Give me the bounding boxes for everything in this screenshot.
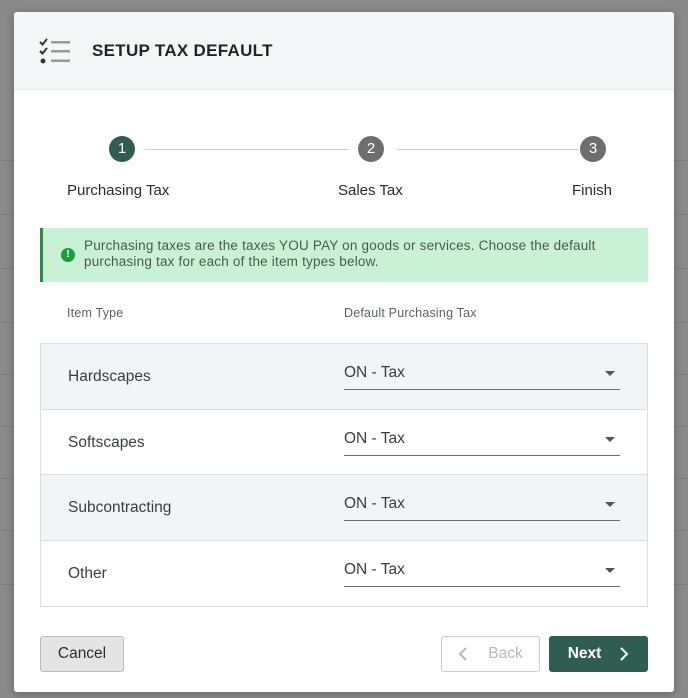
table-row: Hardscapes ON - Tax <box>41 344 647 410</box>
back-button-label: Back <box>488 645 523 662</box>
select-value: ON - Tax <box>344 429 405 447</box>
step-connector <box>145 149 349 150</box>
select-value: ON - Tax <box>344 495 405 512</box>
chevron-left-icon <box>458 647 467 661</box>
info-icon: ! <box>61 248 75 262</box>
column-header-default-tax: Default Purchasing Tax <box>344 306 477 320</box>
dialog-header: SETUP TAX DEFAULT <box>14 12 674 90</box>
item-type-label: Hardscapes <box>68 368 151 385</box>
tax-select-hardscapes[interactable]: ON - Tax <box>344 364 620 390</box>
checklist-icon <box>39 37 70 63</box>
caret-down-icon <box>605 371 615 376</box>
stepper: 1 2 3 Purchasing Tax Sales Tax Finish <box>14 136 674 216</box>
step-3-label: Finish <box>572 182 613 199</box>
step-3-indicator: 3 <box>580 136 606 162</box>
next-button-label: Next <box>567 645 602 662</box>
item-type-label: Subcontracting <box>68 499 172 516</box>
select-value: ON - Tax <box>344 364 405 381</box>
tax-select-softscapes[interactable]: ON - Tax <box>344 430 620 456</box>
chevron-right-icon <box>620 647 629 661</box>
alert-message: Purchasing taxes are the taxes YOU PAY o… <box>84 238 596 269</box>
next-button[interactable]: Next <box>549 636 648 672</box>
table-row: Other ON - Tax <box>41 541 647 607</box>
tax-select-other[interactable]: ON - Tax <box>344 561 620 587</box>
tax-select-subcontracting[interactable]: ON - Tax <box>344 495 620 521</box>
caret-down-icon <box>605 567 615 573</box>
back-button[interactable]: Back <box>441 636 540 672</box>
setup-tax-default-dialog: SETUP TAX DEFAULT 1 2 3 Purchasing Tax S… <box>14 12 674 692</box>
tax-default-table: Hardscapes ON - Tax Softscapes ON - Tax … <box>40 343 648 607</box>
cancel-button[interactable]: Cancel <box>40 636 124 672</box>
table-row: Softscapes ON - Tax <box>41 410 647 475</box>
caret-down-icon <box>605 502 615 507</box>
step-2-indicator: 2 <box>358 136 384 162</box>
cancel-button-label: Cancel <box>57 645 107 662</box>
select-value: ON - Tax <box>344 560 405 578</box>
column-header-item-type: Item Type <box>67 306 124 320</box>
item-type-label: Softscapes <box>68 433 145 451</box>
item-type-label: Other <box>68 564 107 582</box>
step-1-indicator: 1 <box>109 136 135 162</box>
info-alert: ! Purchasing taxes are the taxes YOU PAY… <box>40 228 648 282</box>
step-connector <box>397 149 579 150</box>
table-row: Subcontracting ON - Tax <box>41 475 647 541</box>
step-1-label: Purchasing Tax <box>67 182 170 199</box>
dialog-title: SETUP TAX DEFAULT <box>92 40 273 60</box>
caret-down-icon <box>605 436 615 442</box>
step-2-label: Sales Tax <box>338 182 403 199</box>
